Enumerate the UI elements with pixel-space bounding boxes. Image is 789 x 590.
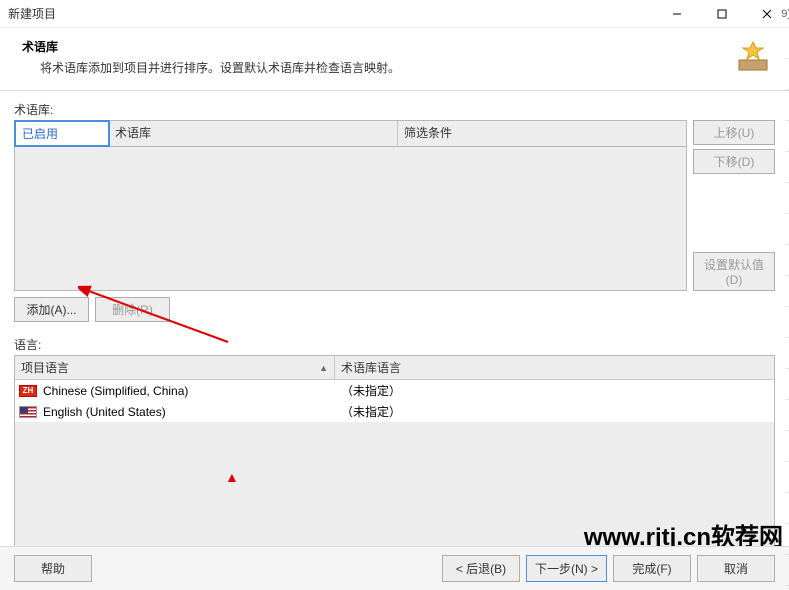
sort-ascending-icon: ▲ — [319, 363, 328, 373]
column-filter[interactable]: 筛选条件 — [398, 121, 686, 146]
next-button[interactable]: 下一步(N) > — [526, 555, 607, 582]
title-bar: 新建项目 — [0, 0, 789, 28]
wizard-header: 术语库 将术语库添加到项目并进行排序。设置默认术语库并检查语言映射。 — [0, 28, 789, 91]
termbase-table-body[interactable] — [14, 147, 687, 291]
wizard-footer: 帮助 < 后退(B) 下一步(N) > 完成(F) 取消 — [0, 546, 789, 590]
project-language-cell: ZH Chinese (Simplified, China) — [15, 382, 335, 399]
languages-label: 语言: — [14, 336, 775, 353]
project-language-cell: English (United States) — [15, 403, 335, 420]
move-up-button[interactable]: 上移(U) — [693, 120, 775, 145]
back-button[interactable]: < 后退(B) — [442, 555, 520, 582]
table-row[interactable]: English (United States) （未指定） — [15, 401, 774, 422]
termbase-language-cell: （未指定） — [335, 382, 774, 399]
column-name[interactable]: 术语库 — [109, 121, 398, 146]
window-controls — [654, 0, 789, 28]
column-project-language-label: 项目语言 — [21, 359, 69, 376]
finish-button[interactable]: 完成(F) — [613, 555, 691, 582]
termbase-table: 已启用 术语库 筛选条件 — [14, 120, 687, 291]
termbase-icon — [735, 38, 771, 74]
page-subtitle: 将术语库添加到项目并进行排序。设置默认术语库并检查语言映射。 — [40, 59, 771, 76]
page-title: 术语库 — [22, 38, 771, 55]
termbase-language-cell: （未指定） — [335, 403, 774, 420]
termbase-side-buttons: 上移(U) 下移(D) 设置默认值(D) — [693, 120, 775, 291]
termbase-panel: 已启用 术语库 筛选条件 上移(U) 下移(D) 设置默认值(D) — [14, 120, 775, 291]
window-title: 新建项目 — [8, 5, 654, 22]
table-row[interactable]: ZH Chinese (Simplified, China) （未指定） — [15, 380, 774, 401]
cancel-button[interactable]: 取消 — [697, 555, 775, 582]
remove-button[interactable]: 删除(R) — [95, 297, 170, 322]
set-default-button[interactable]: 设置默认值(D) — [693, 252, 775, 291]
flag-icon-us — [19, 406, 37, 418]
language-name: Chinese (Simplified, China) — [43, 384, 188, 398]
column-project-language[interactable]: 项目语言 ▲ — [15, 356, 335, 379]
move-down-button[interactable]: 下移(D) — [693, 149, 775, 174]
column-termbase-language[interactable]: 术语库语言 — [335, 356, 774, 379]
column-enabled[interactable]: 已启用 — [14, 120, 110, 147]
termbase-actions: 添加(A)... 删除(R) — [14, 297, 775, 322]
languages-table-header: 项目语言 ▲ 术语库语言 — [15, 356, 774, 380]
maximize-button[interactable] — [699, 0, 744, 28]
add-button[interactable]: 添加(A)... — [14, 297, 89, 322]
wizard-content: 术语库: 已启用 术语库 筛选条件 上移(U) 下移(D) 设置默认值(D) 添… — [0, 91, 789, 583]
edge-tag: 9) — [781, 8, 789, 20]
flag-icon-cn: ZH — [19, 385, 37, 397]
termbase-label: 术语库: — [14, 101, 775, 118]
language-name: English (United States) — [43, 405, 166, 419]
help-button[interactable]: 帮助 — [14, 555, 92, 582]
minimize-button[interactable] — [654, 0, 699, 28]
termbase-table-header: 已启用 术语库 筛选条件 — [14, 120, 687, 147]
